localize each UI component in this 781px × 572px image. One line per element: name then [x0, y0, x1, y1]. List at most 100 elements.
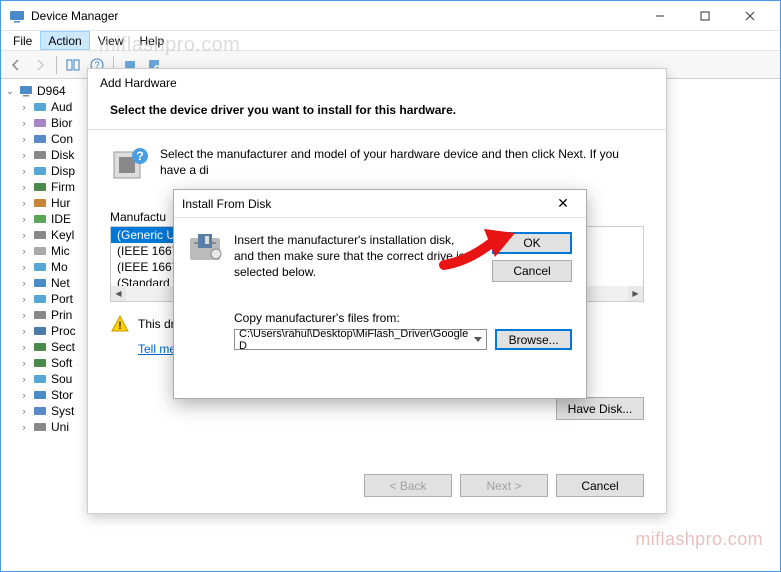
- have-disk-button[interactable]: Have Disk...: [556, 397, 644, 420]
- keyboard-icon: [32, 228, 48, 242]
- tree-node-label: Port: [51, 292, 73, 306]
- next-button[interactable]: Next >: [460, 474, 548, 497]
- title-bar: Device Manager: [1, 1, 780, 31]
- app-icon: [9, 8, 25, 24]
- tree-node-label: Net: [51, 276, 70, 290]
- browse-button[interactable]: Browse...: [495, 329, 572, 350]
- ok-button[interactable]: OK: [492, 232, 572, 254]
- expand-icon[interactable]: ›: [19, 358, 29, 368]
- toolbar-separator: [56, 56, 57, 74]
- expand-icon[interactable]: ›: [19, 406, 29, 416]
- tree-node-label: Keyl: [51, 228, 74, 242]
- warning-text: This dri: [138, 317, 177, 331]
- collapse-icon[interactable]: ⌄: [5, 86, 15, 97]
- tree-node-label: Disp: [51, 164, 75, 178]
- expand-icon[interactable]: ›: [19, 214, 29, 224]
- tree-node-label: Sou: [51, 372, 72, 386]
- tree-node-label: Mo: [51, 260, 68, 274]
- dialog-title: Install From Disk: [182, 197, 548, 211]
- usb-icon: [32, 420, 48, 434]
- tree-node-label: Syst: [51, 404, 74, 418]
- wizard-heading: Select the device driver you want to ins…: [88, 99, 666, 129]
- tree-node-label: Disk: [51, 148, 74, 162]
- path-combobox[interactable]: C:\Users\rahul\Desktop\MiFlash_Driver\Go…: [234, 329, 487, 350]
- cancel-button[interactable]: Cancel: [492, 260, 572, 282]
- tree-node-label: Soft: [51, 356, 72, 370]
- wizard-title: Add Hardware: [88, 69, 666, 99]
- expand-icon[interactable]: ›: [19, 278, 29, 288]
- scroll-left-icon[interactable]: ◀: [111, 286, 126, 301]
- biometric-icon: [32, 116, 48, 130]
- warning-icon: !: [110, 314, 130, 334]
- cancel-button[interactable]: Cancel: [556, 474, 644, 497]
- expand-icon[interactable]: ›: [19, 182, 29, 192]
- tree-node-label: Con: [51, 132, 73, 146]
- port-icon: [32, 292, 48, 306]
- audio-icon: [32, 100, 48, 114]
- tree-node-label: Proc: [51, 324, 76, 338]
- tree-root-label: D964: [37, 84, 66, 98]
- tree-node-label: Aud: [51, 100, 72, 114]
- expand-icon[interactable]: ›: [19, 150, 29, 160]
- monitor-icon: [32, 260, 48, 274]
- expand-icon[interactable]: ›: [19, 262, 29, 272]
- expand-icon[interactable]: ›: [19, 294, 29, 304]
- menu-action[interactable]: Action: [40, 31, 89, 50]
- tree-node-label: Firm: [51, 180, 75, 194]
- sound-icon: [32, 372, 48, 386]
- disk-icon: [32, 148, 48, 162]
- window-title: Device Manager: [31, 9, 637, 23]
- expand-icon[interactable]: ›: [19, 246, 29, 256]
- install-from-disk-dialog: Install From Disk ✕ Insert the manufactu…: [173, 189, 587, 399]
- expand-icon[interactable]: ›: [19, 326, 29, 336]
- security-icon: [32, 340, 48, 354]
- menu-help[interactable]: Help: [132, 31, 173, 50]
- expand-icon[interactable]: ›: [19, 390, 29, 400]
- expand-icon[interactable]: ›: [19, 198, 29, 208]
- back-button[interactable]: < Back: [364, 474, 452, 497]
- expand-icon[interactable]: ›: [19, 310, 29, 320]
- expand-icon[interactable]: ›: [19, 422, 29, 432]
- expand-icon[interactable]: ›: [19, 166, 29, 176]
- mouse-icon: [32, 244, 48, 258]
- show-hide-console-icon[interactable]: [62, 54, 84, 76]
- menu-bar: File Action View Help: [1, 31, 780, 51]
- menu-file[interactable]: File: [5, 31, 40, 50]
- expand-icon[interactable]: ›: [19, 118, 29, 128]
- svg-text:?: ?: [136, 149, 143, 163]
- back-icon[interactable]: [5, 54, 27, 76]
- tree-node-label: Prin: [51, 308, 72, 322]
- info-chip-icon: ?: [110, 146, 150, 186]
- tree-node-label: Stor: [51, 388, 73, 402]
- menu-view[interactable]: View: [90, 31, 132, 50]
- svg-text:!: !: [118, 320, 122, 332]
- printer-icon: [32, 308, 48, 322]
- tree-node-label: Hur: [51, 196, 70, 210]
- close-icon[interactable]: ✕: [548, 195, 578, 212]
- network-icon: [32, 276, 48, 290]
- computer-icon: [32, 132, 48, 146]
- tree-node-label: Bior: [51, 116, 72, 130]
- system-icon: [32, 404, 48, 418]
- forward-icon[interactable]: [29, 54, 51, 76]
- expand-icon[interactable]: ›: [19, 230, 29, 240]
- storage-icon: [32, 388, 48, 402]
- separator: [88, 129, 666, 130]
- tree-node-label: Mic: [51, 244, 70, 258]
- expand-icon[interactable]: ›: [19, 342, 29, 352]
- expand-icon[interactable]: ›: [19, 134, 29, 144]
- scroll-right-icon[interactable]: ▶: [628, 286, 643, 301]
- hid-icon: [32, 196, 48, 210]
- tree-node-label: IDE: [51, 212, 71, 226]
- expand-icon[interactable]: ›: [19, 374, 29, 384]
- minimize-button[interactable]: [637, 2, 682, 30]
- ide-icon: [32, 212, 48, 226]
- tree-node-label: Uni: [51, 420, 69, 434]
- tree-node-label: Sect: [51, 340, 75, 354]
- display-icon: [32, 164, 48, 178]
- maximize-button[interactable]: [682, 2, 727, 30]
- expand-icon[interactable]: ›: [19, 102, 29, 112]
- processor-icon: [32, 324, 48, 338]
- wizard-info-text: Select the manufacturer and model of you…: [160, 146, 644, 186]
- close-button[interactable]: [727, 2, 772, 30]
